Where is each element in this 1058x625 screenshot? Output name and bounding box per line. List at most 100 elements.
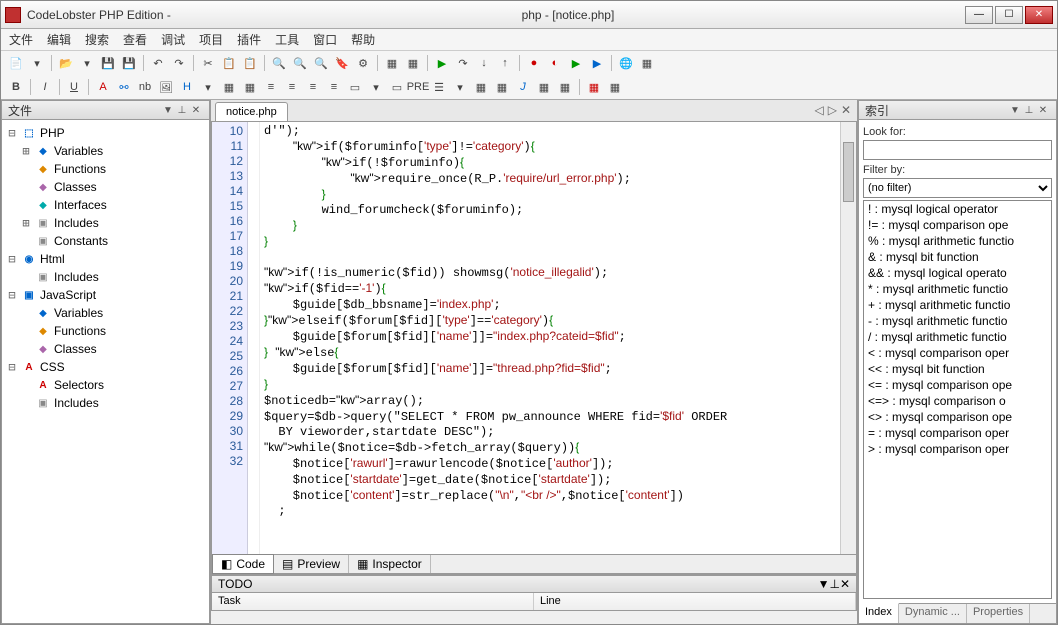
div-icon[interactable]: ▭ [346,78,364,96]
tool-icon[interactable]: ▦ [220,78,238,96]
menu-窗口[interactable]: 窗口 [313,31,337,48]
todo-col-line[interactable]: Line [534,593,856,610]
dropdown-icon[interactable]: ▾ [78,54,96,72]
validate-icon[interactable]: ▦ [585,78,603,96]
pin-icon[interactable]: ⊥ [829,577,839,591]
tree-node[interactable]: ⊞▣Includes [4,214,207,232]
table-icon[interactable]: ▦ [472,78,490,96]
view-tab-inspector[interactable]: ▦Inspector [349,555,431,573]
dropdown-icon[interactable]: ▾ [451,78,469,96]
tree-node[interactable]: ▣Constants [4,232,207,250]
tree-node[interactable]: ◆Classes [4,340,207,358]
save-icon[interactable]: 💾 [99,54,117,72]
tree-node[interactable]: ⊟ACSS [4,358,207,376]
tool-icon[interactable]: ▦ [404,54,422,72]
find-icon[interactable]: 🔍 [270,54,288,72]
align-center-icon[interactable]: ≡ [283,78,301,96]
menu-搜索[interactable]: 搜索 [85,31,109,48]
menu-文件[interactable]: 文件 [9,31,33,48]
index-item[interactable]: <> : mysql comparison ope [864,409,1051,425]
maximize-button[interactable]: ☐ [995,6,1023,24]
menu-插件[interactable]: 插件 [237,31,261,48]
open-icon[interactable]: 📂 [57,54,75,72]
undo-icon[interactable]: ↶ [149,54,167,72]
breakpoint-icon[interactable]: ● [525,54,543,72]
index-item[interactable]: + : mysql arithmetic functio [864,297,1051,313]
menu-编辑[interactable]: 编辑 [47,31,71,48]
step-over-icon[interactable]: ↷ [454,54,472,72]
index-item[interactable]: - : mysql arithmetic functio [864,313,1051,329]
paste-icon[interactable]: 📋 [241,54,259,72]
todo-col-task[interactable]: Task [212,593,534,610]
index-item[interactable]: = : mysql comparison oper [864,425,1051,441]
replace-icon[interactable]: 🔍 [291,54,309,72]
tree-node[interactable]: ⊞◆Variables [4,142,207,160]
vertical-scrollbar[interactable] [840,122,856,554]
file-tree[interactable]: ⊟⬚PHP⊞◆Variables◆Functions◆Classes◆Inter… [1,120,210,624]
close-button[interactable]: ✕ [1025,6,1053,24]
tab-dynamic[interactable]: Dynamic ... [899,604,967,623]
form-icon[interactable]: ▦ [493,78,511,96]
tree-node[interactable]: ◆Functions [4,160,207,178]
align-left-icon[interactable]: ≡ [262,78,280,96]
tree-node[interactable]: ◆Classes [4,178,207,196]
copy-icon[interactable]: 📋 [220,54,238,72]
image-icon[interactable]: 🖼 [157,78,175,96]
prev-tab-icon[interactable]: ◁ [814,103,823,117]
menu-调试[interactable]: 调试 [161,31,185,48]
underline-icon[interactable]: U [65,78,83,96]
pause-icon[interactable]: ▶ [588,54,606,72]
index-list[interactable]: ! : mysql logical operator!= : mysql com… [863,200,1052,599]
view-tab-code[interactable]: ◧Code [212,554,274,574]
fold-column[interactable] [248,122,260,554]
minimize-button[interactable]: — [965,6,993,24]
close-icon[interactable]: ✕ [840,577,850,591]
index-item[interactable]: & : mysql bit function [864,249,1051,265]
tree-node[interactable]: ⊟◉Html [4,250,207,268]
script-icon[interactable]: J [514,78,532,96]
find-files-icon[interactable]: 🔍 [312,54,330,72]
browser-icon[interactable]: 🌐 [617,54,635,72]
font-color-icon[interactable]: A [94,78,112,96]
dropdown-icon[interactable]: ▾ [28,54,46,72]
nbsp-icon[interactable]: nb [136,78,154,96]
menu-项目[interactable]: 项目 [199,31,223,48]
index-item[interactable]: ! : mysql logical operator [864,201,1051,217]
align-right-icon[interactable]: ≡ [304,78,322,96]
index-item[interactable]: != : mysql comparison ope [864,217,1051,233]
tree-node[interactable]: ◆Interfaces [4,196,207,214]
dropdown-icon[interactable]: ▾ [367,78,385,96]
pin-icon[interactable]: ⊥ [1022,105,1036,116]
index-item[interactable]: && : mysql logical operato [864,265,1051,281]
tool-icon[interactable]: ⚙ [354,54,372,72]
look-for-input[interactable] [863,140,1052,160]
tree-node[interactable]: ⊟⬚PHP [4,124,207,142]
link-icon[interactable]: ⚯ [115,78,133,96]
index-item[interactable]: / : mysql arithmetic functio [864,329,1051,345]
tree-node[interactable]: ⊟▣JavaScript [4,286,207,304]
dropdown-icon[interactable]: ▼ [1008,105,1022,116]
tree-node[interactable]: ◆Functions [4,322,207,340]
close-icon[interactable]: ✕ [189,105,203,116]
index-item[interactable]: < : mysql comparison oper [864,345,1051,361]
cut-icon[interactable]: ✂ [199,54,217,72]
dropdown-icon[interactable]: ▾ [199,78,217,96]
tool-icon[interactable]: ▦ [638,54,656,72]
save-all-icon[interactable]: 💾 [120,54,138,72]
heading-icon[interactable]: H [178,78,196,96]
continue-icon[interactable]: ▶ [567,54,585,72]
tool-icon[interactable]: ▦ [606,78,624,96]
step-out-icon[interactable]: ↑ [496,54,514,72]
filter-select[interactable]: (no filter) [863,178,1052,198]
index-item[interactable]: > : mysql comparison oper [864,441,1051,457]
dropdown-icon[interactable]: ▼ [161,105,175,116]
tree-node[interactable]: ▣Includes [4,268,207,286]
css-icon[interactable]: ▦ [535,78,553,96]
tab-properties[interactable]: Properties [967,604,1030,623]
run-icon[interactable]: ▶ [433,54,451,72]
menu-查看[interactable]: 查看 [123,31,147,48]
breakpoint-remove-icon[interactable]: ◐ [546,54,564,72]
code-area[interactable]: d'"); "kw">if($foruminfo['type']!='categ… [260,122,840,554]
tree-node[interactable]: ◆Variables [4,304,207,322]
dropdown-icon[interactable]: ▼ [818,577,830,591]
